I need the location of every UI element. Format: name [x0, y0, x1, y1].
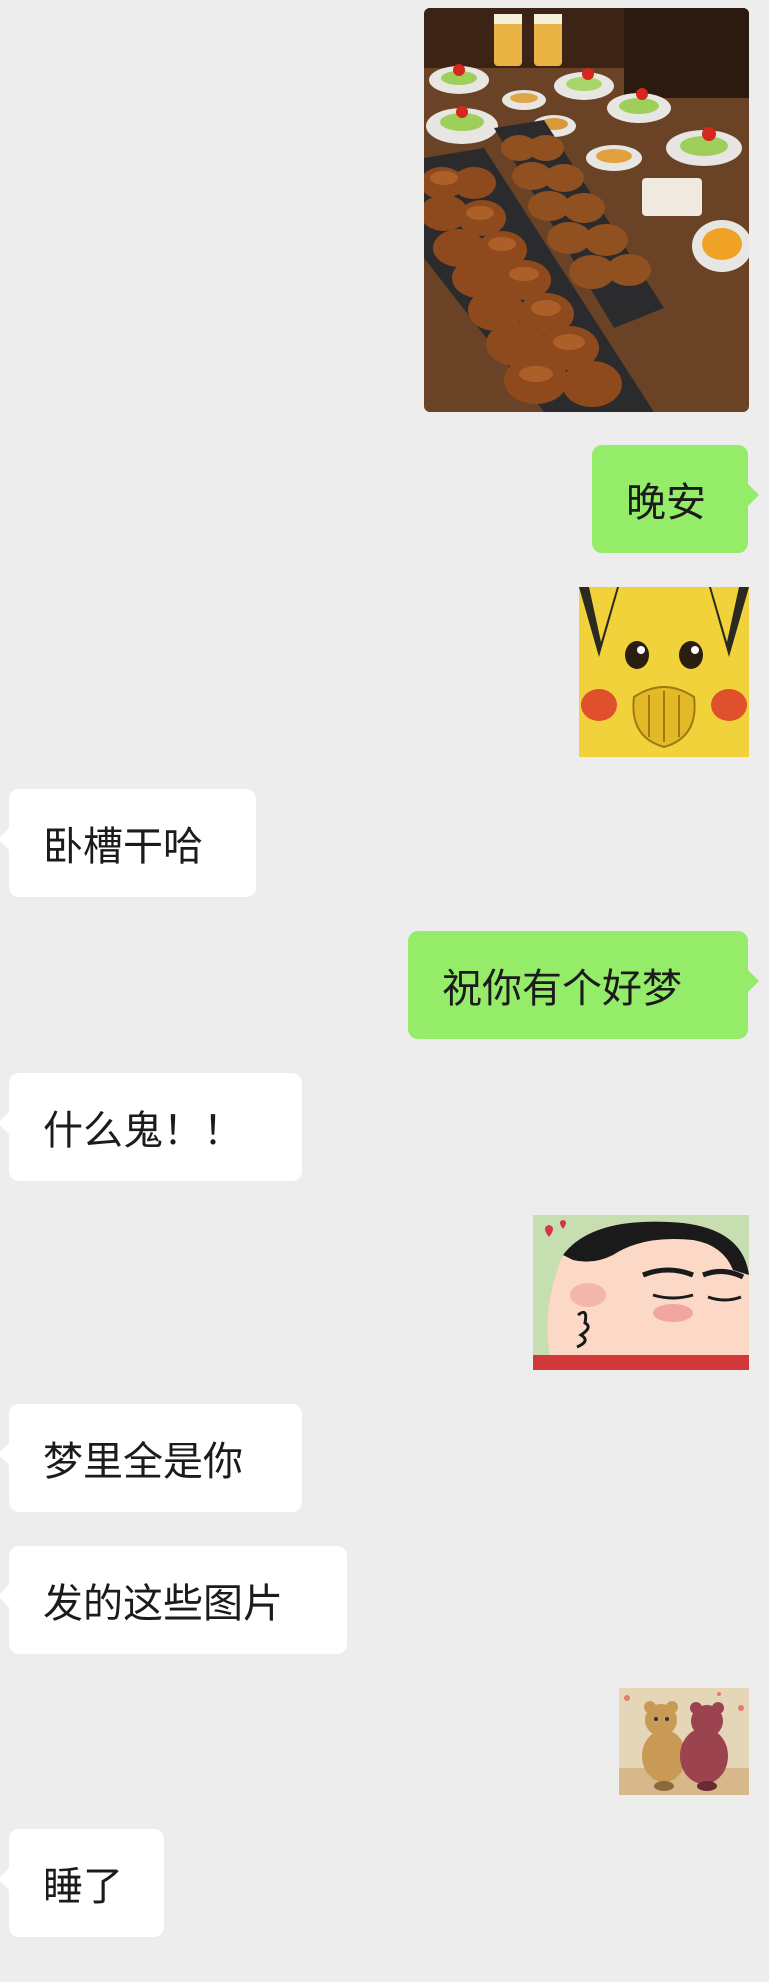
message-text: 睡了: [43, 1864, 123, 1910]
message-text: 发的这些图片: [43, 1581, 283, 1627]
message-text: 祝你有个好梦: [442, 966, 682, 1012]
received-message-bubble[interactable]: 发的这些图片: [0, 1546, 347, 1654]
food-photo-message[interactable]: [424, 8, 749, 412]
received-message-bubble[interactable]: 卧槽干哈: [0, 789, 256, 897]
received-message-bubble[interactable]: 睡了: [0, 1829, 164, 1937]
message-text: 晚安: [626, 480, 706, 526]
pikachu-icon: [579, 587, 749, 757]
crayon-shin-kiss-sticker[interactable]: [533, 1215, 749, 1370]
sent-message-bubble[interactable]: 晚安: [592, 445, 759, 553]
message-text: 什么鬼！！: [43, 1108, 243, 1154]
chat-screen: { "messages": [ {"side": "right", "type"…: [0, 0, 769, 1982]
message-text: 卧槽干哈: [43, 824, 203, 870]
kiss-face-icon: [533, 1215, 749, 1370]
sent-message-bubble[interactable]: 祝你有个好梦: [408, 931, 759, 1039]
bears-icon: [619, 1688, 749, 1795]
received-message-bubble[interactable]: 梦里全是你: [0, 1404, 302, 1512]
message-text: 梦里全是你: [43, 1439, 243, 1485]
pikachu-sticker[interactable]: [579, 587, 749, 757]
bears-sticker[interactable]: [619, 1688, 749, 1795]
food-photo-image: [424, 8, 749, 412]
received-message-bubble[interactable]: 什么鬼！！: [0, 1073, 302, 1181]
